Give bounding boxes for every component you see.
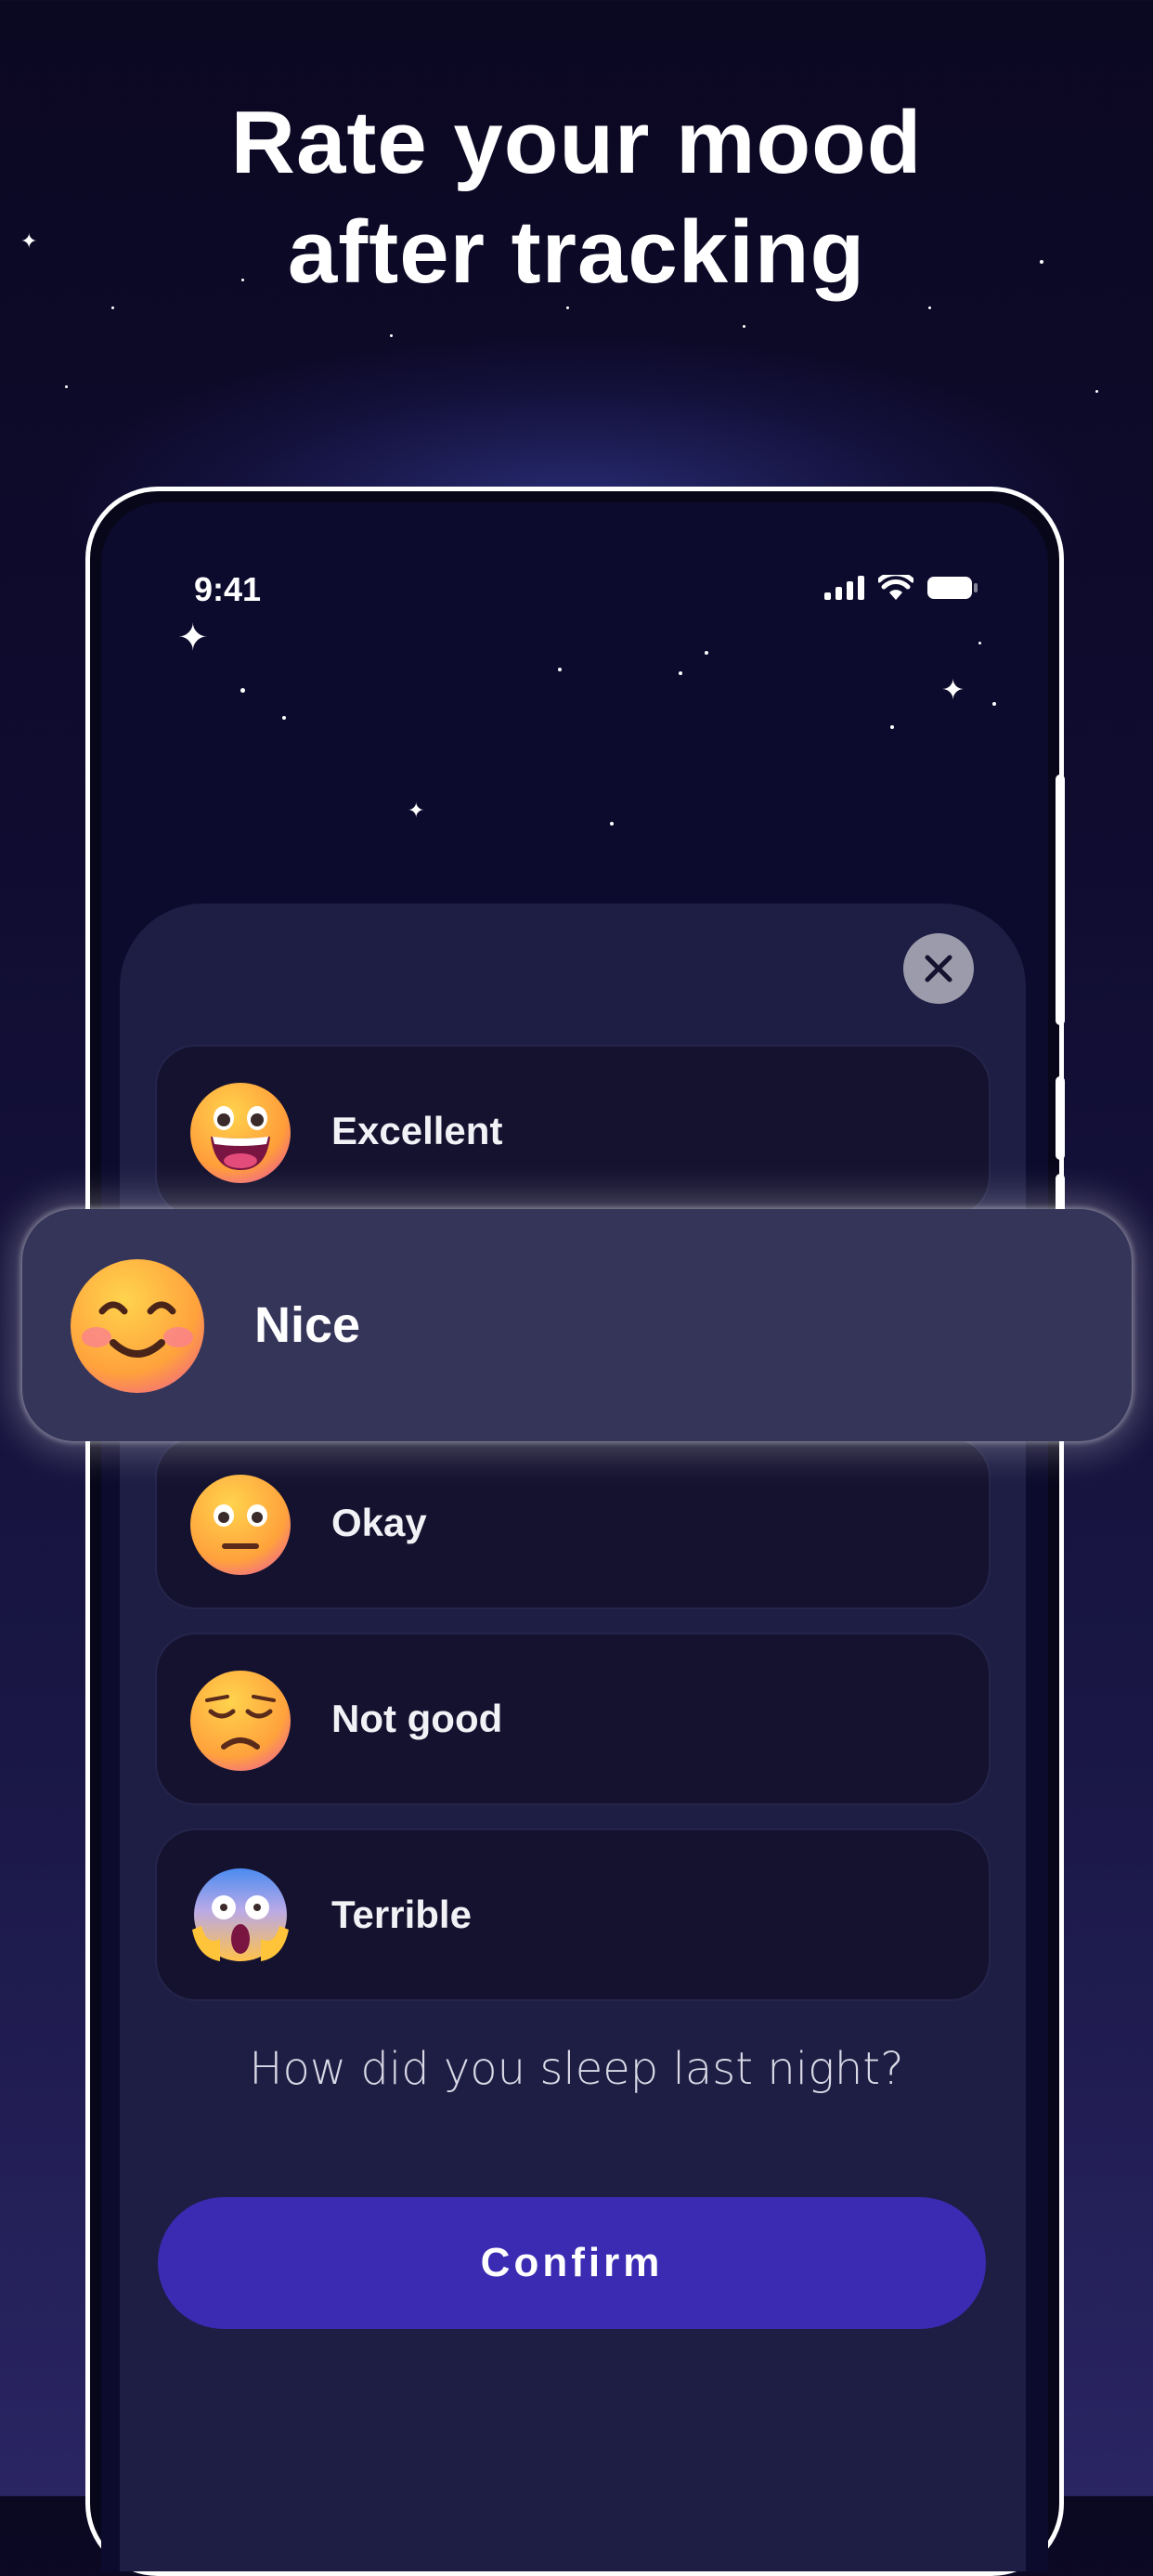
mood-option-excellent[interactable]: Excellent — [155, 1045, 991, 1217]
grinning-face-icon — [190, 1083, 291, 1183]
crescent-moon-icon — [180, 724, 290, 826]
sparkle-icon: ✦ — [177, 617, 209, 659]
mood-option-label: Not good — [331, 1697, 503, 1740]
wifi-icon — [878, 575, 913, 600]
status-time: 9:41 — [194, 570, 262, 608]
close-button[interactable] — [903, 933, 974, 1004]
mood-option-label: Excellent — [331, 1109, 503, 1152]
battery-icon — [927, 577, 978, 599]
phone-side-button — [1056, 1076, 1065, 1160]
mood-option-not-good[interactable]: Not good — [155, 1633, 991, 1805]
sparkle-icon: ✦ — [408, 800, 425, 823]
headline: Rate your mood after tracking — [0, 88, 1153, 307]
mood-option-nice-selected[interactable]: Nice — [22, 1209, 1132, 1441]
mood-option-label: Nice — [254, 1297, 361, 1353]
sleep-question: How did you sleep last night? — [249, 2043, 904, 2095]
close-icon — [925, 955, 952, 982]
mood-option-label: Terrible — [331, 1893, 472, 1936]
smiling-face-icon — [71, 1259, 204, 1393]
screaming-face-icon — [192, 1868, 289, 1961]
mood-option-terrible[interactable]: Terrible — [155, 1828, 991, 2001]
headline-line-2: after tracking — [287, 202, 866, 302]
status-icons — [824, 575, 978, 601]
confirm-button[interactable]: Confirm — [158, 2197, 986, 2329]
mood-option-okay[interactable]: Okay — [155, 1437, 991, 1609]
sparkle-icon: ✦ — [941, 674, 965, 707]
signal-icon — [824, 576, 864, 600]
sad-face-icon — [190, 1671, 291, 1771]
mood-option-label: Okay — [331, 1501, 427, 1544]
phone-side-button — [1056, 774, 1065, 1025]
neutral-face-icon — [190, 1475, 291, 1575]
headline-line-1: Rate your mood — [230, 93, 923, 192]
